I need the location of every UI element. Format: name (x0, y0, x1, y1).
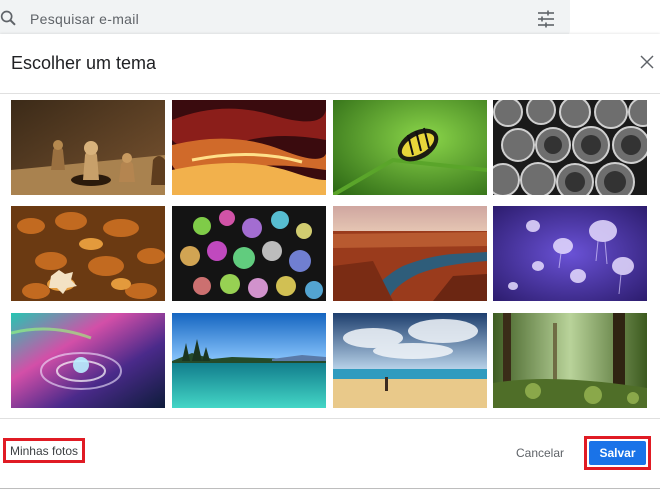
search-options-icon[interactable] (537, 10, 555, 28)
save-button[interactable]: Salvar (589, 441, 646, 465)
divider (0, 93, 660, 94)
theme-water-drop[interactable] (11, 313, 165, 408)
dialog-title: Escolher um tema (11, 53, 157, 73)
theme-caterpillar[interactable] (333, 100, 487, 195)
cancel-button[interactable]: Cancelar (506, 442, 574, 464)
theme-autumn-leaves[interactable] (11, 206, 165, 301)
theme-lake-island[interactable] (172, 313, 326, 408)
theme-dialog: Escolher um tema Minhas fotos Cancelar S… (0, 34, 660, 489)
search-icon[interactable] (0, 9, 20, 29)
theme-beach[interactable] (333, 313, 487, 408)
search-bar[interactable]: Pesquisar e-mail (0, 0, 570, 38)
theme-river-canyon[interactable] (333, 206, 487, 301)
my-photos-button[interactable]: Minhas fotos (3, 438, 85, 463)
search-input[interactable]: Pesquisar e-mail (30, 11, 139, 27)
theme-bokeh-lights[interactable] (172, 206, 326, 301)
theme-forest[interactable] (493, 313, 647, 408)
theme-jellyfish[interactable] (493, 206, 647, 301)
close-icon[interactable] (638, 53, 656, 71)
divider (0, 418, 660, 419)
theme-canyon-rock[interactable] (172, 100, 326, 195)
theme-pipes[interactable] (493, 100, 647, 195)
theme-chess[interactable] (11, 100, 165, 195)
